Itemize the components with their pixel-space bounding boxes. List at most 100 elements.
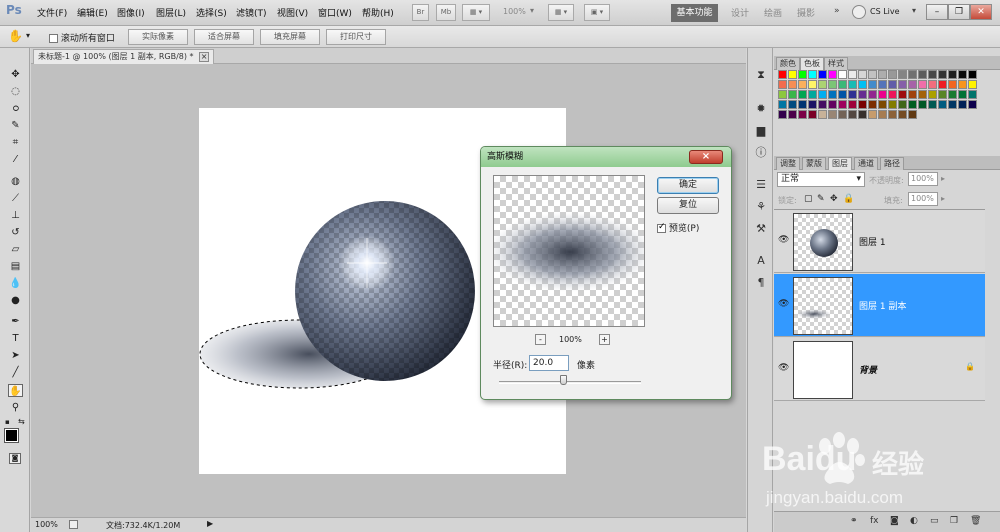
screen-mode-dropdown[interactable]: ▣ ▾ bbox=[584, 4, 610, 21]
workspace-painting[interactable]: 绘画 bbox=[764, 6, 782, 19]
color-swatch[interactable] bbox=[938, 90, 947, 99]
color-swatch[interactable] bbox=[838, 100, 847, 109]
zoom-in-button[interactable]: + bbox=[599, 334, 610, 345]
history-icon[interactable]: ⧗ bbox=[754, 68, 768, 82]
color-swatch[interactable] bbox=[868, 100, 877, 109]
fill-screen-button[interactable]: 填充屏幕 bbox=[260, 29, 320, 45]
color-swatch[interactable] bbox=[928, 80, 937, 89]
color-swatch[interactable] bbox=[808, 100, 817, 109]
color-swatch[interactable] bbox=[778, 90, 787, 99]
cs-live-button[interactable]: CS Live bbox=[870, 7, 900, 16]
color-swatch[interactable] bbox=[798, 70, 807, 79]
color-swatch[interactable] bbox=[838, 90, 847, 99]
color-swatch[interactable] bbox=[968, 80, 977, 89]
hand-tool-icon[interactable]: ✋ bbox=[8, 29, 23, 43]
tab-color[interactable]: 颜色 bbox=[776, 57, 800, 70]
color-swatch[interactable] bbox=[888, 80, 897, 89]
color-swatch[interactable] bbox=[828, 90, 837, 99]
print-size-button[interactable]: 打印尺寸 bbox=[326, 29, 386, 45]
tab-paths[interactable]: 路径 bbox=[880, 157, 904, 170]
color-swatch[interactable] bbox=[828, 80, 837, 89]
radius-input[interactable]: 20.0 bbox=[529, 355, 569, 371]
color-swatch[interactable] bbox=[948, 70, 957, 79]
lock-all-icon[interactable]: 🔒 bbox=[843, 194, 854, 204]
color-swatch[interactable] bbox=[788, 100, 797, 109]
color-swatch[interactable] bbox=[828, 100, 837, 109]
color-swatch[interactable] bbox=[918, 70, 927, 79]
color-swatch[interactable] bbox=[808, 80, 817, 89]
eye-icon[interactable]: 👁 bbox=[778, 299, 789, 309]
color-swatch[interactable] bbox=[898, 90, 907, 99]
color-swatch[interactable] bbox=[778, 100, 787, 109]
chevron-down-icon[interactable]: ▾ bbox=[912, 6, 916, 15]
color-swatch[interactable] bbox=[788, 110, 797, 119]
lock-transparency-icon[interactable]: ▢ bbox=[804, 194, 813, 204]
color-swatch[interactable] bbox=[798, 80, 807, 89]
line-tool-icon[interactable]: ╱ bbox=[8, 366, 23, 379]
chevron-right-icon[interactable]: ▸ bbox=[941, 174, 945, 183]
layer-name[interactable]: 背景 bbox=[859, 363, 877, 376]
color-swatch[interactable] bbox=[868, 70, 877, 79]
color-swatch[interactable] bbox=[958, 100, 967, 109]
color-swatch[interactable] bbox=[848, 70, 857, 79]
color-swatch[interactable] bbox=[818, 80, 827, 89]
blur-preview[interactable] bbox=[493, 175, 645, 327]
zoom-out-button[interactable]: - bbox=[535, 334, 546, 345]
color-swatch[interactable] bbox=[958, 80, 967, 89]
layer-name[interactable]: 图层 1 bbox=[859, 235, 886, 248]
color-swatch[interactable] bbox=[878, 90, 887, 99]
new-layer-icon[interactable]: ❐ bbox=[950, 516, 958, 526]
color-swatch[interactable] bbox=[778, 110, 787, 119]
color-swatch[interactable] bbox=[908, 80, 917, 89]
layer-style-icon[interactable]: fx bbox=[870, 516, 879, 526]
layer-row[interactable]: 👁 图层 1 bbox=[774, 210, 985, 273]
tab-channels[interactable]: 通道 bbox=[854, 157, 878, 170]
color-swatch[interactable] bbox=[778, 70, 787, 79]
color-swatch[interactable] bbox=[918, 100, 927, 109]
color-swatch[interactable] bbox=[858, 90, 867, 99]
radius-slider-track[interactable] bbox=[499, 381, 641, 384]
path-selection-tool-icon[interactable]: ➤ bbox=[8, 349, 23, 362]
color-swatch[interactable] bbox=[928, 90, 937, 99]
color-swatch[interactable] bbox=[848, 100, 857, 109]
color-swatch[interactable] bbox=[868, 80, 877, 89]
gradient-tool-icon[interactable]: ▤ bbox=[8, 260, 23, 273]
blur-tool-icon[interactable]: 💧 bbox=[8, 277, 23, 290]
layer-name[interactable]: 图层 1 副本 bbox=[859, 299, 906, 312]
tab-masks[interactable]: 蒙版 bbox=[802, 157, 826, 170]
color-swatch[interactable] bbox=[868, 90, 877, 99]
layer-row[interactable]: 👁 背景 🔒 bbox=[774, 338, 985, 401]
scroll-all-windows-checkbox[interactable]: 滚动所有窗口 bbox=[49, 31, 115, 44]
color-swatch[interactable] bbox=[838, 110, 847, 119]
menu-view[interactable]: 视图(V) bbox=[277, 6, 308, 19]
menu-help[interactable]: 帮助(H) bbox=[362, 6, 394, 19]
color-swatch[interactable] bbox=[788, 90, 797, 99]
color-swatch[interactable] bbox=[918, 80, 927, 89]
color-swatch[interactable] bbox=[778, 80, 787, 89]
chevron-down-icon[interactable]: ▾ bbox=[26, 31, 30, 40]
color-swatch[interactable] bbox=[848, 90, 857, 99]
fit-screen-button[interactable]: 适合屏幕 bbox=[194, 29, 254, 45]
new-group-icon[interactable]: ▭ bbox=[930, 516, 939, 526]
restore-button[interactable]: ❐ bbox=[948, 4, 970, 20]
ok-button[interactable]: 确定 bbox=[657, 177, 719, 194]
foreground-color-swatch[interactable] bbox=[4, 428, 19, 443]
zoom-tool-icon[interactable]: ⚲ bbox=[8, 401, 23, 414]
tab-layers[interactable]: 图层 bbox=[828, 157, 852, 170]
color-swatch[interactable] bbox=[968, 100, 977, 109]
color-swatch[interactable] bbox=[898, 70, 907, 79]
opacity-input[interactable]: 100% bbox=[908, 172, 938, 186]
healing-brush-tool-icon[interactable]: ◍ bbox=[8, 175, 23, 188]
color-swatch[interactable] bbox=[808, 110, 817, 119]
pen-tool-icon[interactable]: ✒ bbox=[8, 315, 23, 328]
histogram-icon[interactable]: ▆ bbox=[754, 124, 768, 138]
info-icon[interactable]: ⓘ bbox=[754, 146, 768, 160]
color-swatch[interactable] bbox=[838, 70, 847, 79]
status-arrow-icon[interactable]: ▶ bbox=[207, 519, 213, 528]
navigator-icon[interactable]: ✹ bbox=[754, 102, 768, 116]
color-swatch[interactable] bbox=[888, 70, 897, 79]
paragraph-icon[interactable]: ¶ bbox=[754, 276, 768, 290]
lasso-tool-icon[interactable]: ഠ bbox=[8, 102, 23, 115]
color-swatch[interactable] bbox=[958, 90, 967, 99]
checkbox-icon[interactable] bbox=[49, 34, 58, 43]
